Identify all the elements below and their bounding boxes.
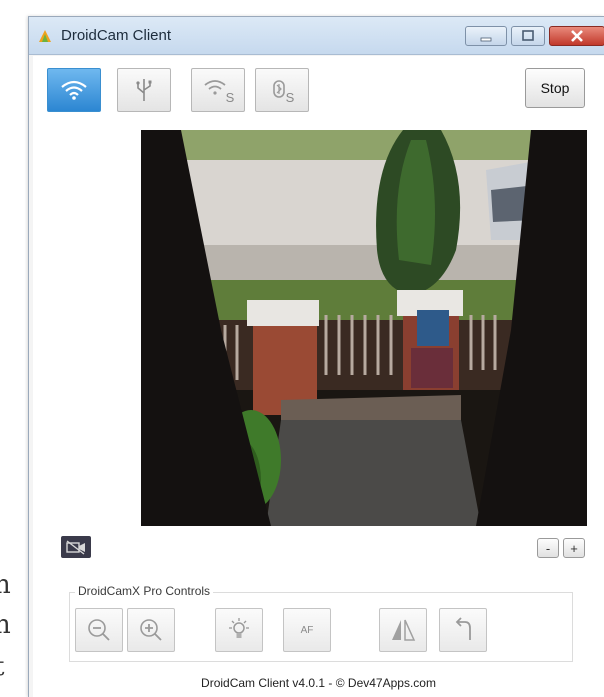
mirror-flip-icon	[392, 619, 416, 641]
wifi-icon	[61, 80, 87, 100]
wifi-server-button[interactable]: S	[191, 68, 245, 112]
title-bar[interactable]: DroidCam Client	[29, 17, 604, 55]
camera-toggle-button[interactable]	[61, 536, 91, 558]
maximize-button[interactable]	[511, 26, 545, 46]
close-button[interactable]	[549, 26, 604, 46]
page-edge-fragment: n	[0, 570, 11, 600]
bluetooth-server-button[interactable]: S	[255, 68, 309, 112]
page-edge-fragment: t	[0, 652, 4, 682]
wifi-connect-button[interactable]	[47, 68, 101, 112]
server-subscript: S	[225, 89, 235, 105]
page-edge-fragment: n	[0, 610, 11, 640]
usb-icon	[136, 79, 152, 101]
zoom-out-small-button[interactable]: -	[537, 538, 559, 558]
minimize-button[interactable]	[465, 26, 507, 46]
camera-off-icon	[66, 540, 85, 555]
close-icon	[571, 30, 583, 42]
camera-video-feed	[141, 130, 587, 526]
droidcam-window: DroidCam Client S S Stop - + DroidCamX P…	[28, 16, 604, 697]
pro-flash-button[interactable]	[215, 608, 263, 652]
pro-mirror-button[interactable]	[379, 608, 427, 652]
maximize-icon	[522, 30, 534, 41]
pro-controls-title: DroidCamX Pro Controls	[75, 584, 214, 598]
pro-zoom-out-button[interactable]	[75, 608, 123, 652]
pro-zoom-in-button[interactable]	[127, 608, 175, 652]
footer-version-text: DroidCam Client v4.0.1 - © Dev47Apps.com	[201, 676, 436, 690]
minimize-icon	[480, 37, 492, 42]
window-title: DroidCam Client	[61, 27, 172, 44]
autofocus-icon: AF	[300, 624, 314, 636]
flash-light-icon	[229, 618, 249, 638]
stop-button[interactable]: Stop	[525, 68, 585, 108]
droidcam-logo-icon	[39, 30, 51, 42]
zoom-out-icon	[88, 619, 110, 641]
usb-connect-button[interactable]	[117, 68, 171, 112]
pro-autofocus-button[interactable]: AF	[283, 608, 331, 652]
server-subscript: S	[285, 89, 295, 105]
rotate-icon	[455, 617, 471, 640]
zoom-in-small-button[interactable]: +	[563, 538, 585, 558]
camera-feed-image	[141, 130, 587, 526]
pro-rotate-button[interactable]	[439, 608, 487, 652]
client-area: S S Stop - + DroidCamX Pro Controls AF D…	[33, 56, 604, 697]
zoom-in-icon	[140, 619, 162, 641]
